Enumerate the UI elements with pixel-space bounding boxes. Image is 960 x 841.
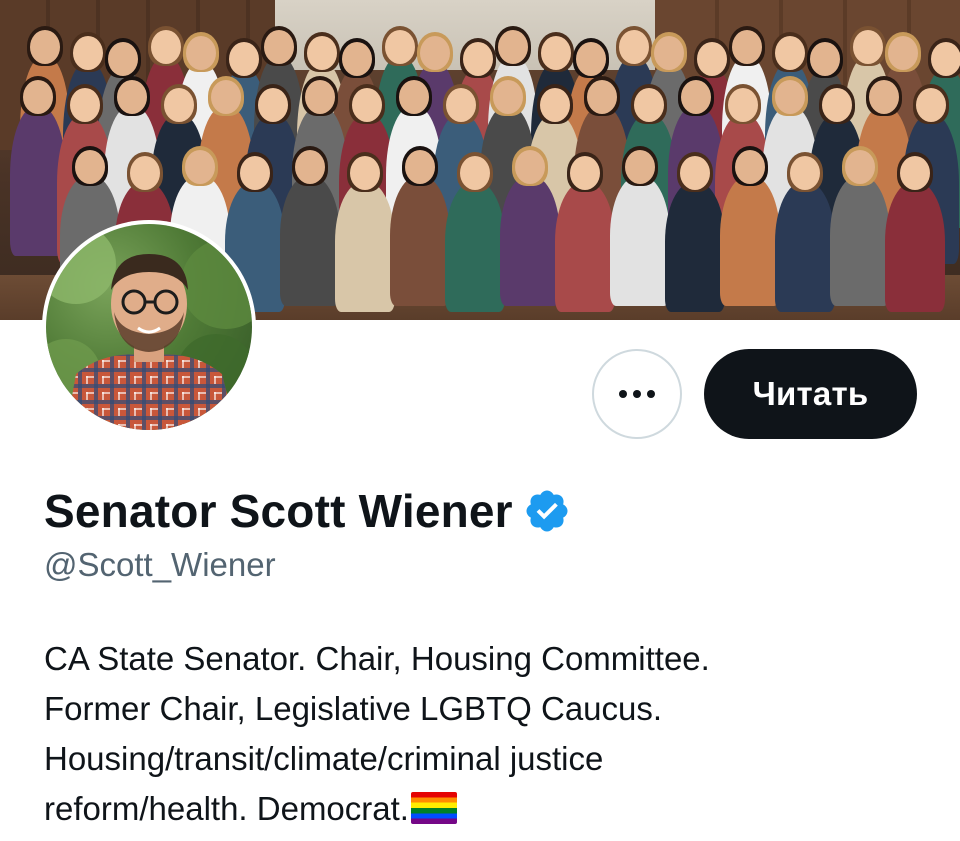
banner-person-head bbox=[790, 156, 820, 190]
rainbow-flag-icon bbox=[410, 792, 457, 824]
avatar-photo bbox=[46, 224, 252, 430]
banner-person-head bbox=[405, 150, 435, 184]
banner-person-head bbox=[258, 88, 288, 122]
banner-person bbox=[830, 176, 890, 306]
profile-handle: @Scott_Wiener bbox=[44, 546, 276, 583]
profile-avatar[interactable] bbox=[42, 220, 256, 434]
banner-person bbox=[280, 176, 340, 306]
banner-person-head bbox=[240, 156, 270, 190]
profile-bio: CA State Senator. Chair, Housing Committ… bbox=[44, 634, 924, 834]
bio-line: Housing/transit/climate/criminal justice bbox=[44, 740, 604, 777]
banner-person-head bbox=[108, 42, 138, 76]
banner-person-head bbox=[728, 88, 758, 122]
banner-person-head bbox=[576, 42, 606, 76]
banner-person-head bbox=[735, 150, 765, 184]
bio-line: CA State Senator. Chair, Housing Committ… bbox=[44, 640, 710, 677]
banner-person-head bbox=[305, 80, 335, 114]
banner-person-head bbox=[350, 156, 380, 190]
banner-person bbox=[720, 176, 780, 306]
banner-person bbox=[610, 176, 670, 306]
banner-person-head bbox=[73, 36, 103, 70]
banner-person bbox=[445, 182, 505, 312]
banner-person-head bbox=[681, 80, 711, 114]
banner-person-head bbox=[264, 30, 294, 64]
banner-person-head bbox=[515, 150, 545, 184]
banner-person-head bbox=[888, 36, 918, 70]
follow-button[interactable]: Читать bbox=[704, 349, 917, 439]
banner-person-head bbox=[931, 42, 960, 76]
ellipsis-icon bbox=[619, 390, 655, 398]
banner-person bbox=[555, 182, 615, 312]
banner-person-head bbox=[460, 156, 490, 190]
more-options-button[interactable] bbox=[592, 349, 682, 439]
banner-person-head bbox=[385, 30, 415, 64]
banner-person-head bbox=[295, 150, 325, 184]
banner-person bbox=[665, 182, 725, 312]
banner-person-head bbox=[420, 36, 450, 70]
banner-person-head bbox=[463, 42, 493, 76]
bio-line-last: reform/health. Democrat. bbox=[44, 784, 924, 834]
banner-person-head bbox=[164, 88, 194, 122]
banner-person-head bbox=[352, 88, 382, 122]
banner-person-head bbox=[810, 42, 840, 76]
banner-person-head bbox=[540, 88, 570, 122]
banner-person-head bbox=[23, 80, 53, 114]
banner-person-head bbox=[498, 30, 528, 64]
banner-person-head bbox=[845, 150, 875, 184]
banner-person-head bbox=[869, 80, 899, 114]
bio-line-text: reform/health. Democrat. bbox=[44, 790, 409, 827]
banner-person-head bbox=[399, 80, 429, 114]
banner-person bbox=[335, 182, 395, 312]
avatar-portrait bbox=[46, 224, 252, 430]
banner-person-head bbox=[70, 88, 100, 122]
banner-person-head bbox=[654, 36, 684, 70]
banner-person-head bbox=[185, 150, 215, 184]
banner-person-head bbox=[900, 156, 930, 190]
banner-person-head bbox=[130, 156, 160, 190]
banner-person-head bbox=[541, 36, 571, 70]
banner-person-head bbox=[697, 42, 727, 76]
banner-person-head bbox=[342, 42, 372, 76]
banner-person-head bbox=[493, 80, 523, 114]
profile-name-row: Senator Scott Wiener bbox=[44, 484, 571, 538]
banner-person-head bbox=[151, 30, 181, 64]
banner-person bbox=[500, 176, 560, 306]
banner-person-head bbox=[775, 36, 805, 70]
banner-person-head bbox=[30, 30, 60, 64]
banner-person-head bbox=[117, 80, 147, 114]
banner-person-head bbox=[853, 30, 883, 64]
banner-person bbox=[390, 176, 450, 306]
banner-person-head bbox=[625, 150, 655, 184]
verified-badge-icon[interactable] bbox=[523, 487, 571, 535]
banner-person-head bbox=[619, 30, 649, 64]
banner-person bbox=[885, 182, 945, 312]
banner-person-head bbox=[822, 88, 852, 122]
banner-person-head bbox=[587, 80, 617, 114]
banner-person-head bbox=[75, 150, 105, 184]
display-name: Senator Scott Wiener bbox=[44, 485, 513, 537]
banner-person-head bbox=[570, 156, 600, 190]
banner-person-head bbox=[680, 156, 710, 190]
banner-person-head bbox=[775, 80, 805, 114]
banner-person-head bbox=[732, 30, 762, 64]
banner-person bbox=[775, 182, 835, 312]
banner-person-head bbox=[634, 88, 664, 122]
banner-person-head bbox=[229, 42, 259, 76]
banner-person-head bbox=[446, 88, 476, 122]
banner-person-head bbox=[307, 36, 337, 70]
banner-person-head bbox=[211, 80, 241, 114]
bio-line: Former Chair, Legislative LGBTQ Caucus. bbox=[44, 690, 663, 727]
banner-person-head bbox=[186, 36, 216, 70]
banner-person-head bbox=[916, 88, 946, 122]
